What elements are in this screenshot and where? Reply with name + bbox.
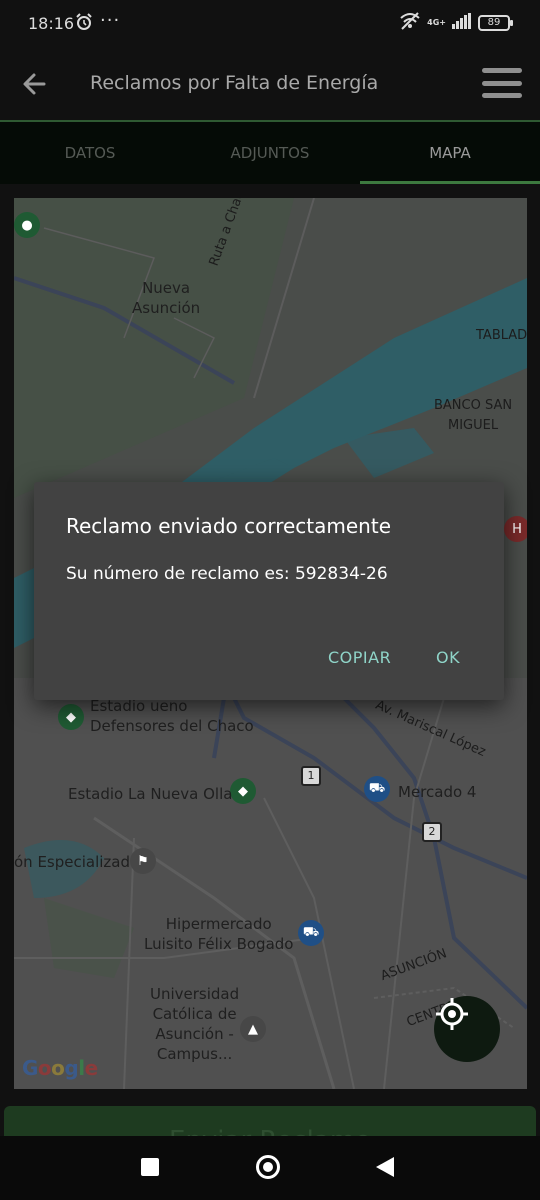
police-icon: ⚑ <box>130 848 156 874</box>
app-bar: Reclamos por Falta de Energía <box>0 48 540 120</box>
system-nav-bar <box>0 1136 540 1200</box>
stadium-icon: ● <box>14 212 40 238</box>
status-time: 18:16 <box>28 14 75 33</box>
status-bar: 18:16 ··· 4G+ 89 <box>0 0 540 48</box>
map-label-tablada: TABLAD <box>476 328 527 343</box>
alarm-icon <box>74 12 94 36</box>
wifi-off-icon <box>399 12 421 34</box>
my-location-button[interactable] <box>434 996 500 1062</box>
battery-icon: 89 <box>478 15 513 31</box>
back-button[interactable] <box>376 1157 394 1177</box>
network-type: 4G+ <box>427 18 446 27</box>
confirmation-dialog: Reclamo enviado correctamente Su número … <box>34 482 504 700</box>
recents-button[interactable] <box>141 1158 159 1176</box>
route-2-shield: 2 <box>422 822 442 842</box>
map-label-especializada: ón Especializada <box>14 853 140 871</box>
tab-mapa[interactable]: MAPA <box>360 122 540 184</box>
shopping-cart-icon: ⛟ <box>364 776 390 802</box>
my-location-icon <box>436 998 468 1030</box>
tab-datos[interactable]: DATOS <box>0 122 180 184</box>
shopping-cart-icon: ⛟ <box>298 920 324 946</box>
hamburger-menu-icon[interactable] <box>482 68 522 98</box>
signal-icon <box>452 13 472 33</box>
map-label-universidad: Universidad Católica de Asunción - Campu… <box>150 985 240 1063</box>
tab-adjuntos[interactable]: ADJUNTOS <box>180 122 360 184</box>
google-logo: Google <box>22 1056 98 1080</box>
back-arrow-icon[interactable] <box>18 68 50 100</box>
map-label-nueva-asuncion: Nueva Asunción <box>132 279 201 317</box>
hospital-icon: H <box>504 516 527 542</box>
home-button[interactable] <box>256 1155 280 1179</box>
copy-button[interactable]: COPIAR <box>328 648 391 667</box>
route-1-shield: 1 <box>301 766 321 786</box>
ok-button[interactable]: OK <box>436 648 460 667</box>
status-right: 4G+ 89 <box>399 12 513 34</box>
school-icon: ▲ <box>240 1016 266 1042</box>
map-label-mercado-4: Mercado 4 <box>398 783 477 801</box>
tab-bar: DATOS ADJUNTOS MAPA <box>0 122 540 184</box>
map-label-estadio-la-nueva-olla: Estadio La Nueva Olla <box>68 785 233 803</box>
stadium-icon: ◆ <box>58 704 84 730</box>
map-label-hipermercado: Hipermercado Luisito Félix Bogado <box>144 915 294 953</box>
dialog-title: Reclamo enviado correctamente <box>66 514 391 538</box>
more-notifications-icon: ··· <box>100 10 121 31</box>
map-label-banco-san-miguel: BANCO SAN MIGUEL <box>434 398 513 433</box>
dialog-message: Su número de reclamo es: 592834-26 <box>66 564 388 584</box>
page-title: Reclamos por Falta de Energía <box>90 72 379 94</box>
stadium-icon: ◆ <box>230 778 256 804</box>
map-label-estadio-defensores: Estadio ueno Defensores del Chaco <box>90 697 254 735</box>
